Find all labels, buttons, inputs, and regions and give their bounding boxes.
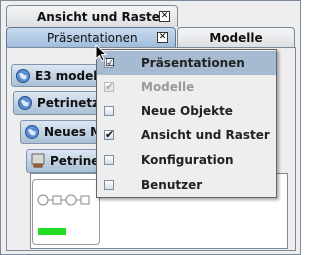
menu-item-konfiguration[interactable]: Konfiguration — [97, 148, 276, 172]
tree-row-neues-modell-label: Neues M — [44, 125, 103, 139]
globe-icon — [18, 96, 32, 110]
tab-modelle-label: Modelle — [209, 31, 263, 45]
menu-item-ansicht-und-raster-label: Ansicht und Raster — [141, 128, 270, 142]
menu-item-neue-objekte[interactable]: Neue Objekte — [97, 99, 276, 123]
presentation-thumbnail[interactable] — [32, 179, 100, 245]
tree-row-petrinetz-label: Petrinetz — [37, 96, 100, 110]
menu-item-neue-objekte-label: Neue Objekte — [141, 104, 233, 118]
globe-icon — [25, 125, 39, 139]
tree-row-e3-model-label: E3 model — [35, 68, 98, 83]
menu-item-praesentationen[interactable]: ☑ Präsentationen — [97, 51, 276, 75]
menu-item-modelle: ✔ Modelle — [97, 75, 276, 99]
tab-ansicht-close-icon[interactable]: ✕ — [159, 11, 170, 22]
petri-net-preview-icon — [37, 194, 90, 235]
menu-item-benutzer[interactable]: Benutzer — [97, 173, 276, 197]
menu-item-modelle-label: Modelle — [141, 80, 195, 94]
menu-item-konfiguration-label: Konfiguration — [141, 153, 234, 167]
tab-modelle[interactable]: Modelle — [177, 27, 295, 48]
tab-praesentationen[interactable]: Präsentationen ✕ — [6, 27, 176, 48]
tab-ansicht-und-raster[interactable]: Ansicht und Raster ✕ — [6, 5, 178, 27]
tab-visibility-popup-menu: ☑ Präsentationen ✔ Modelle Neue Objekte … — [96, 49, 277, 198]
menu-item-ansicht-und-raster-checkbox[interactable]: ✔ — [104, 129, 114, 140]
tab-praesentationen-label: Präsentationen — [47, 31, 138, 45]
menu-item-modelle-checkbox: ✔ — [104, 80, 115, 93]
tree-row-petrinetz-presentation-label: Petrine — [50, 154, 100, 168]
application-window: Ansicht und Raster ✕ Präsentationen ✕ Mo… — [0, 0, 301, 255]
menu-item-ansicht-und-raster[interactable]: ✔ Ansicht und Raster — [97, 123, 276, 147]
tab-ansicht-und-raster-label: Ansicht und Raster — [37, 10, 166, 24]
globe-icon — [16, 68, 30, 83]
menu-item-benutzer-label: Benutzer — [141, 178, 203, 192]
tab-praesentationen-close-icon[interactable]: ✕ — [157, 32, 168, 43]
presentation-icon — [31, 153, 45, 168]
mouse-cursor-icon — [95, 44, 108, 62]
menu-item-benutzer-checkbox[interactable] — [104, 180, 114, 190]
menu-item-konfiguration-checkbox[interactable] — [104, 155, 114, 165]
menu-item-neue-objekte-checkbox[interactable] — [104, 106, 114, 116]
menu-item-praesentationen-label: Präsentationen — [141, 56, 245, 70]
